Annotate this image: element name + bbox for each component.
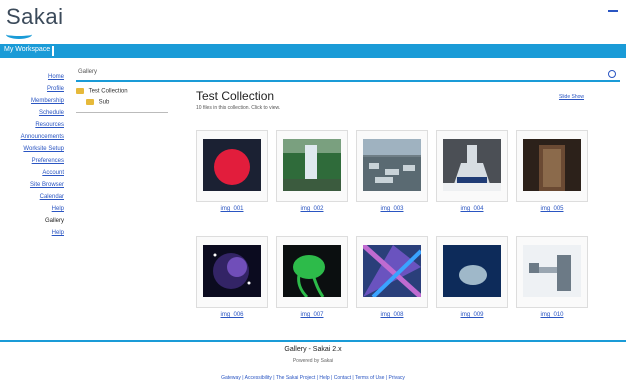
tool-nav-item-membership[interactable]: Membership — [31, 98, 64, 104]
gallery-thumbnail[interactable]: img_001 — [196, 130, 268, 212]
thumbnail-frame — [516, 130, 588, 202]
thumbnail-frame — [276, 130, 348, 202]
tool-nav-item-site-browser[interactable]: Site Browser — [30, 182, 64, 188]
tool-nav-item-schedule[interactable]: Schedule — [39, 110, 64, 116]
tool-nav-item-home[interactable]: Home — [48, 74, 64, 80]
gallery-thumbnail[interactable]: img_008 — [356, 236, 428, 318]
thumbnail-caption[interactable]: img_010 — [516, 312, 588, 318]
tree-root-label[interactable]: Test Collection — [89, 89, 128, 95]
thumbnail-frame — [356, 236, 428, 308]
moon-image[interactable] — [443, 245, 501, 297]
thumbnail-caption[interactable]: img_007 — [276, 312, 348, 318]
breadcrumb: Gallery — [78, 69, 98, 75]
thumbnail-frame — [276, 236, 348, 308]
folder-icon — [86, 99, 94, 105]
collection-subtitle: 10 files in this collection. Click to vi… — [196, 105, 281, 111]
gallery-thumbnail[interactable]: img_007 — [276, 236, 348, 318]
thumbnail-caption[interactable]: img_004 — [436, 206, 508, 212]
sakai-logo[interactable]: Sakai — [6, 4, 64, 30]
folder-open-icon — [76, 88, 84, 94]
tree-child-label[interactable]: Sub — [99, 100, 110, 106]
breadcrumb-bar: Gallery — [76, 68, 620, 82]
tool-nav-item-profile[interactable]: Profile — [47, 86, 64, 92]
reset-icon[interactable] — [608, 70, 616, 78]
thumbnail-caption[interactable]: img_008 — [356, 312, 428, 318]
tool-nav-item-resources[interactable]: Resources — [35, 122, 64, 128]
tool-nav-item-announcements[interactable]: Announcements — [21, 134, 64, 140]
gallery-thumbnail[interactable]: img_009 — [436, 236, 508, 318]
lab-flask-image[interactable] — [443, 139, 501, 191]
login-link[interactable] — [608, 10, 618, 12]
gallery-thumbnail[interactable]: img_006 — [196, 236, 268, 318]
tool-nav-item-help-2[interactable]: Help — [52, 230, 64, 236]
gallery-thumbnail[interactable]: img_002 — [276, 130, 348, 212]
thumbnail-caption[interactable]: img_005 — [516, 206, 588, 212]
thumbnail-caption[interactable]: img_003 — [356, 206, 428, 212]
tree-child[interactable]: Sub — [76, 99, 168, 110]
site-bar-cursor — [52, 46, 54, 56]
green-jellyfish-image[interactable] — [283, 245, 341, 297]
robot-image[interactable] — [523, 245, 581, 297]
folder-tree: Test Collection Sub — [76, 88, 168, 113]
logo-swoosh-icon — [6, 30, 32, 39]
gallery-thumbnail[interactable]: img_005 — [516, 130, 588, 212]
tool-nav-item-account[interactable]: Account — [42, 170, 64, 176]
footer-title: Gallery - Sakai 2.x — [284, 346, 342, 353]
collection-title: Test Collection — [196, 89, 275, 103]
thumbnail-frame — [356, 130, 428, 202]
header: Sakai — [0, 0, 626, 44]
rocky-field-image[interactable] — [363, 139, 421, 191]
thumbnail-frame — [436, 236, 508, 308]
thumbnail-frame — [196, 130, 268, 202]
waterfall-image[interactable] — [283, 139, 341, 191]
tool-navigation: Home Profile Membership Schedule Resourc… — [0, 70, 68, 240]
galaxy-image[interactable] — [203, 245, 261, 297]
tree-divider — [76, 112, 168, 113]
thumbnail-frame — [436, 130, 508, 202]
thumbnail-caption[interactable]: img_001 — [196, 206, 268, 212]
gallery-thumbnail[interactable]: img_004 — [436, 130, 508, 212]
tool-nav-item-gallery[interactable]: Gallery — [45, 218, 64, 224]
thumbnail-frame — [196, 236, 268, 308]
red-circle-image[interactable] — [203, 139, 261, 191]
gallery-thumbnail[interactable]: img_003 — [356, 130, 428, 212]
bronze-sculpture-image[interactable] — [523, 139, 581, 191]
tool-nav-item-help[interactable]: Help — [52, 206, 64, 212]
tree-root[interactable]: Test Collection — [76, 88, 168, 99]
tool-nav-item-worksite-setup[interactable]: Worksite Setup — [23, 146, 64, 152]
footer-subtitle: Powered by Sakai — [292, 358, 334, 364]
abstract-crystal-image[interactable] — [363, 245, 421, 297]
footer-divider — [0, 340, 626, 342]
slideshow-link[interactable]: Slide Show — [559, 94, 584, 100]
footer-links[interactable]: Gateway | Accessibility | The Sakai Proj… — [0, 375, 626, 381]
tool-nav-item-calendar[interactable]: Calendar — [40, 194, 64, 200]
gallery-thumbnail[interactable]: img_010 — [516, 236, 588, 318]
tool-nav-item-preferences[interactable]: Preferences — [32, 158, 64, 164]
site-bar-label[interactable]: My Workspace — [4, 46, 50, 53]
thumbnail-frame — [516, 236, 588, 308]
thumbnail-caption[interactable]: img_002 — [276, 206, 348, 212]
site-bar: My Workspace — [0, 44, 626, 58]
thumbnail-caption[interactable]: img_006 — [196, 312, 268, 318]
thumbnail-caption[interactable]: img_009 — [436, 312, 508, 318]
